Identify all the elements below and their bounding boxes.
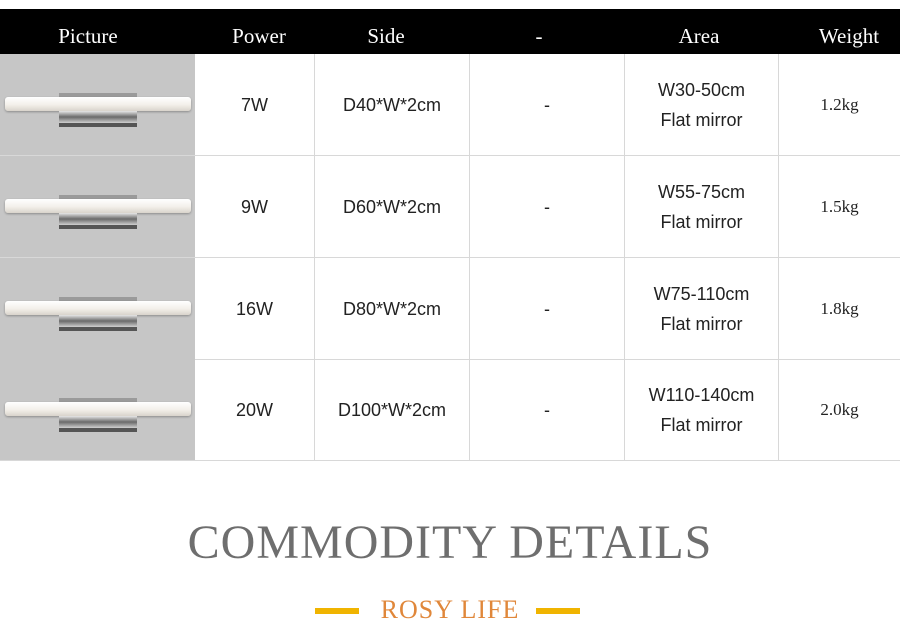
product-picture xyxy=(0,156,195,257)
side-cell: D80*W*2cm xyxy=(315,258,470,359)
mirror-lamp-image xyxy=(3,75,193,135)
power-cell: 20W xyxy=(195,359,315,460)
area-range: W55-75cm xyxy=(657,181,746,202)
dash-cell: - xyxy=(470,258,625,359)
table-row: 20W D100*W*2cm - W110-140cm Flat mirror … xyxy=(0,359,900,461)
product-picture xyxy=(0,258,195,359)
weight-cell: 1.2kg xyxy=(820,94,859,114)
area-range: W110-140cm xyxy=(648,384,755,405)
section-title: COMMODITY DETAILS xyxy=(187,516,713,569)
weight-cell: 1.8kg xyxy=(820,298,859,318)
header-side: Side xyxy=(367,24,405,48)
area-cell: W110-140cm Flat mirror xyxy=(625,359,779,460)
area-cell: W75-110cm Flat mirror xyxy=(625,258,779,359)
area-cell: W30-50cm Flat mirror xyxy=(625,54,779,155)
section-subtitle: ROSY LIFE xyxy=(380,595,520,624)
product-picture xyxy=(0,359,195,460)
side-cell: D40*W*2cm xyxy=(315,54,470,155)
weight-cell: 1.5kg xyxy=(820,196,859,216)
subtitle-banner: ROSY LIFE xyxy=(0,596,900,624)
header-dash: - xyxy=(535,24,543,48)
header-area: Area xyxy=(678,24,720,48)
mirror-lamp-image xyxy=(3,279,193,339)
power-cell: 9W xyxy=(195,156,315,257)
area-range: W30-50cm xyxy=(657,79,746,100)
area-type: Flat mirror xyxy=(660,109,743,130)
dash-cell: - xyxy=(470,156,625,257)
table-row: 9W D60*W*2cm - W55-75cm Flat mirror 1.5k… xyxy=(0,156,900,258)
header-weight: Weight xyxy=(818,24,880,48)
area-range: W75-110cm xyxy=(653,283,750,304)
spec-table: 7W D40*W*2cm - W30-50cm Flat mirror 1.2k… xyxy=(0,54,900,461)
mirror-lamp-image xyxy=(3,177,193,237)
top-strip xyxy=(0,0,900,9)
power-cell: 16W xyxy=(195,258,315,359)
header-picture: Picture xyxy=(58,24,118,48)
power-cell: 7W xyxy=(195,54,315,155)
table-row: 16W D80*W*2cm - W75-110cm Flat mirror 1.… xyxy=(0,258,900,360)
table-row: 7W D40*W*2cm - W30-50cm Flat mirror 1.2k… xyxy=(0,54,900,156)
dash-cell: - xyxy=(470,359,625,460)
area-type: Flat mirror xyxy=(660,313,743,334)
dash-cell: - xyxy=(470,54,625,155)
weight-cell: 2.0kg xyxy=(820,399,859,419)
area-type: Flat mirror xyxy=(660,211,743,232)
area-cell: W55-75cm Flat mirror xyxy=(625,156,779,257)
product-picture xyxy=(0,54,195,155)
area-type: Flat mirror xyxy=(660,414,743,435)
side-cell: D100*W*2cm xyxy=(315,359,470,460)
header-power: Power xyxy=(232,24,286,48)
mirror-lamp-image xyxy=(3,380,193,440)
side-cell: D60*W*2cm xyxy=(315,156,470,257)
